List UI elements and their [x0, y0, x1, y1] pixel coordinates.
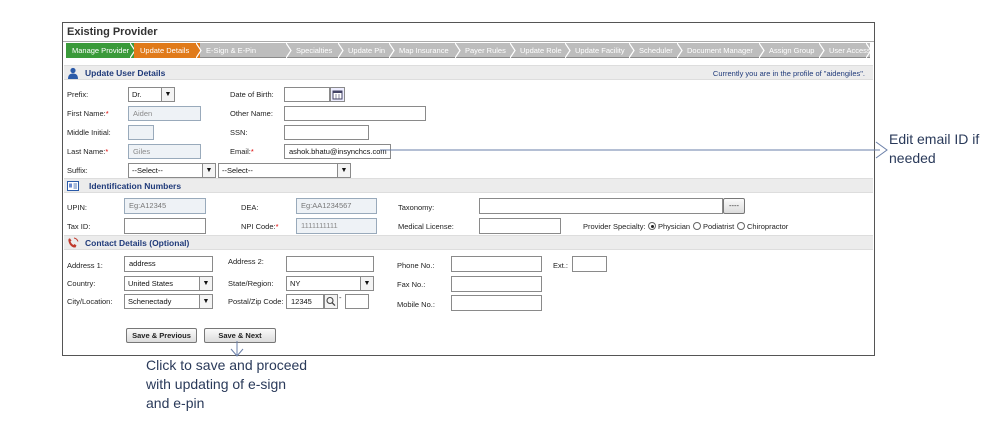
email-callout: Edit email ID if needed: [889, 130, 979, 168]
save-next-callout-line1: Click to save and proceed: [146, 357, 308, 373]
save-next-callout-line3: and e-pin: [146, 395, 205, 411]
email-callout-line1: Edit email ID if: [889, 131, 980, 147]
email-callout-line2: needed: [889, 150, 936, 166]
save-next-callout: Click to save and proceed with updating …: [146, 356, 307, 413]
save-next-callout-line2: with updating of e-sign: [146, 376, 287, 392]
